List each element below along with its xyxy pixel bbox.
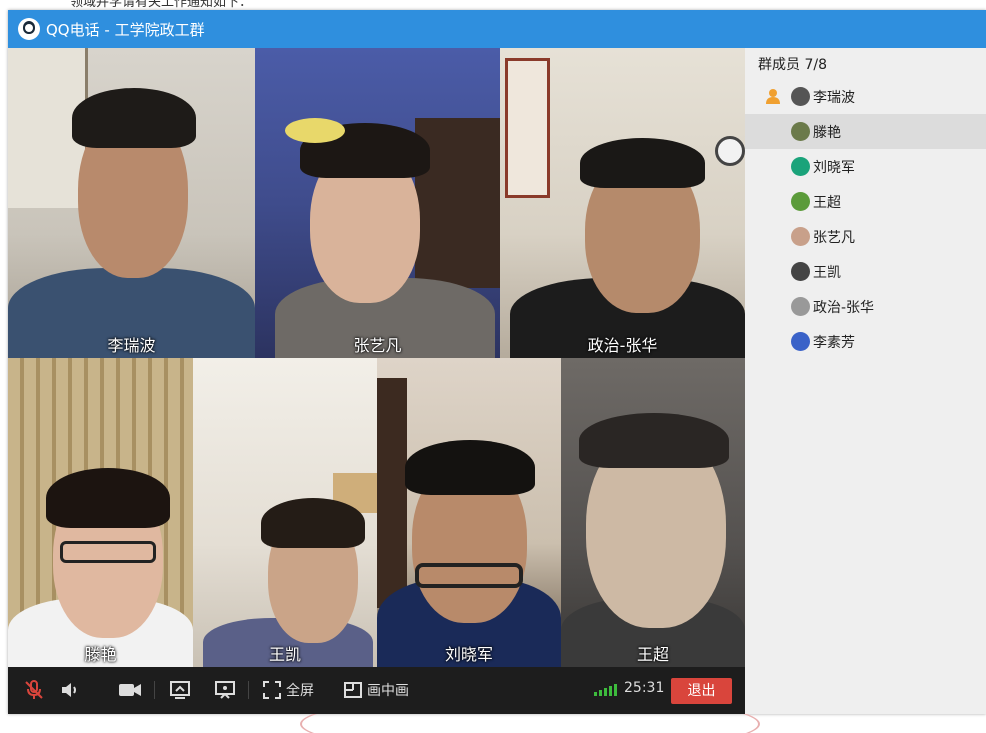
call-controls-bar: 全屏 画中画 25:31 退出: [8, 667, 745, 714]
participant-name: 王超: [636, 645, 669, 664]
window-title: QQ电话 - 工学院政工群: [46, 21, 205, 39]
fullscreen-button[interactable]: 全屏: [262, 678, 314, 702]
fullscreen-label: 全屏: [286, 683, 314, 699]
avatar: [791, 262, 810, 281]
avatar: [791, 157, 810, 176]
member-item[interactable]: 滕艳: [745, 114, 986, 149]
avatar: [791, 192, 810, 211]
signal-strength-icon: [594, 682, 618, 696]
video-tile[interactable]: 张艺凡: [255, 48, 500, 358]
participant-name: 张艺凡: [353, 336, 402, 355]
member-item[interactable]: 张艺凡: [745, 219, 986, 254]
video-tile[interactable]: 王超: [561, 358, 745, 667]
member-name: 刘晓军: [813, 160, 855, 176]
member-item[interactable]: 李瑞波: [745, 79, 986, 114]
member-item[interactable]: 王凯: [745, 254, 986, 289]
owner-icon: [766, 89, 780, 104]
member-name: 滕艳: [813, 125, 841, 141]
member-count-header: 群成员 7/8: [758, 57, 827, 73]
video-tile[interactable]: 刘晓军: [377, 358, 561, 667]
pip-label: 画中画: [367, 683, 409, 699]
member-name: 李瑞波: [813, 90, 855, 106]
picture-in-picture-icon: [344, 682, 362, 698]
share-screen-button[interactable]: [168, 678, 192, 702]
fullscreen-icon: [263, 681, 281, 699]
member-name: 王超: [813, 195, 841, 211]
qq-call-window: QQ电话 - 工学院政工群 李瑞波 张艺凡 政治-张华 滕艳 王凯 刘晓军 王超…: [8, 10, 986, 714]
qq-logo-icon: [18, 18, 40, 40]
member-item[interactable]: 王超: [745, 184, 986, 219]
participant-name: 滕艳: [84, 645, 117, 664]
exit-call-button[interactable]: 退出: [671, 678, 732, 704]
participant-name: 王凯: [268, 645, 301, 664]
document-stamp-fragment: [300, 714, 760, 733]
mic-muted-icon: [25, 680, 43, 699]
pip-button[interactable]: 画中画: [343, 678, 409, 702]
avatar: [791, 297, 810, 316]
participant-name: 刘晓军: [444, 645, 493, 664]
member-list-panel: 群成员 7/8 李瑞波 滕艳 刘晓军 王超 张艺凡 王凯 政治-张华 李素芳: [745, 48, 986, 714]
demo-button[interactable]: [213, 678, 237, 702]
member-item[interactable]: 李素芳: [745, 324, 986, 359]
participant-name: 李瑞波: [107, 336, 156, 355]
video-grid: 李瑞波 张艺凡 政治-张华 滕艳 王凯 刘晓军 王超: [8, 48, 745, 667]
speaker-button[interactable]: [58, 678, 82, 702]
call-timer: 25:31: [624, 680, 665, 696]
camera-button[interactable]: [117, 678, 143, 702]
background-text: 领域并学请有关工作通知如下：: [70, 0, 253, 10]
video-tile[interactable]: 李瑞波: [8, 48, 255, 358]
avatar: [791, 122, 810, 141]
share-screen-icon: [170, 681, 190, 699]
member-item[interactable]: 刘晓军: [745, 149, 986, 184]
video-tile[interactable]: 王凯: [193, 358, 377, 667]
video-tile[interactable]: 滕艳: [8, 358, 193, 667]
avatar: [791, 332, 810, 351]
background-document-strip: 领域并学请有关工作通知如下：: [0, 0, 986, 10]
member-name: 李素芳: [813, 335, 855, 351]
avatar: [791, 87, 810, 106]
title-bar[interactable]: QQ电话 - 工学院政工群: [8, 10, 986, 48]
speaker-icon: [62, 683, 76, 697]
presentation-icon: [215, 681, 235, 699]
member-item[interactable]: 政治-张华: [745, 289, 986, 324]
mic-muted-button[interactable]: [22, 678, 46, 702]
video-camera-icon: [119, 684, 141, 696]
video-tile[interactable]: 政治-张华: [500, 48, 745, 358]
participant-name: 政治-张华: [587, 336, 658, 355]
member-name: 张艺凡: [813, 230, 855, 246]
member-name: 王凯: [813, 265, 841, 281]
member-name: 政治-张华: [813, 300, 875, 316]
divider: [248, 681, 249, 699]
avatar: [791, 227, 810, 246]
divider: [154, 681, 155, 699]
